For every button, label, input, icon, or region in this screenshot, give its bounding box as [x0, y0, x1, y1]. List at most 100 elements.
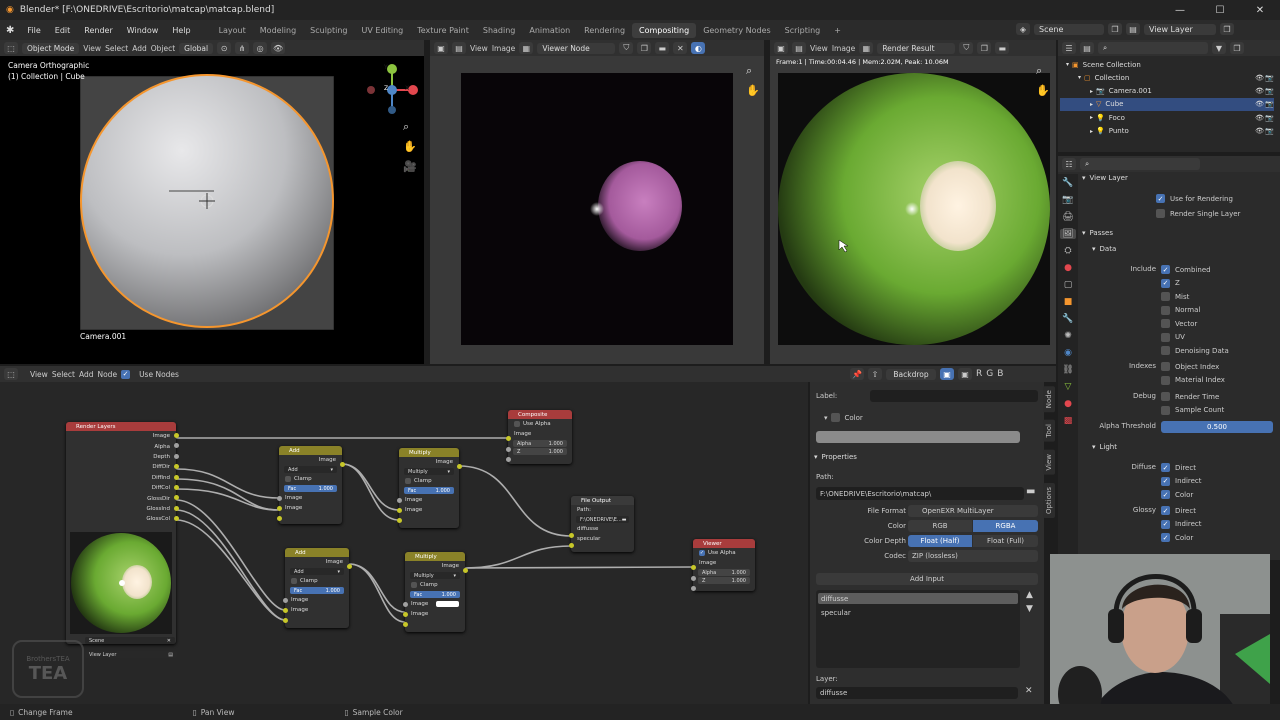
z-field[interactable]: Z 1.000 [513, 448, 567, 455]
open-image-icon[interactable]: ▬ [995, 42, 1010, 54]
fac-slider[interactable]: Fac 1.000 [290, 587, 344, 594]
image-editor-1[interactable]: ⌕ ✋ [430, 56, 764, 364]
new-collection-icon[interactable]: ❐ [1230, 42, 1244, 54]
checkbox-row[interactable]: ✓ Indirect [1161, 519, 1202, 529]
checkbox[interactable]: ✓ [1161, 265, 1170, 274]
close-window-button[interactable]: ✕ [1240, 0, 1280, 20]
expand-arrow-icon[interactable]: ▸ [1090, 114, 1093, 121]
clamp-row[interactable]: Clamp [399, 476, 459, 486]
texture-tab-icon[interactable]: ▩ [1064, 416, 1073, 426]
color-panel-header[interactable]: ▾ Color [824, 413, 863, 422]
tab-uv-editing[interactable]: UV Editing [355, 23, 411, 38]
pan-hand-icon[interactable]: ✋ [746, 84, 760, 97]
tool-tab-icon[interactable]: 🔧 [1062, 178, 1073, 188]
color-mode-rgba[interactable]: RGBA [973, 520, 1038, 532]
navigation-gizmo[interactable] [364, 62, 420, 118]
color-swatch[interactable] [436, 601, 459, 607]
render-camera-icon[interactable]: 📷 [1265, 114, 1274, 122]
render-tab-icon[interactable]: 📷 [1062, 195, 1073, 205]
proportional-edit-icon[interactable]: ◎ [253, 42, 268, 54]
checkbox-row[interactable]: ✓ Color [1161, 533, 1193, 542]
blend-mode-dropdown[interactable]: Multiply ▾ [404, 468, 454, 475]
checkbox[interactable] [1161, 346, 1170, 355]
expand-arrow-icon[interactable]: ▸ [1090, 88, 1093, 95]
alpha-field[interactable]: Alpha 1.000 [513, 440, 567, 447]
passes-panel-header[interactable]: ▾ Passes [1082, 229, 1113, 237]
backdrop-alpha-icon[interactable]: ▣ [958, 368, 972, 380]
outliner-item[interactable]: ▸ 📷 Camera.001 👁 📷 [1060, 85, 1274, 98]
use-for-rendering-row[interactable]: ✓ Use for Rendering [1156, 194, 1233, 203]
checkbox-row[interactable]: Vector [1161, 319, 1197, 328]
view-mode-icon[interactable]: ▤ [792, 42, 806, 54]
socket[interactable] [276, 496, 282, 501]
render-layers-node[interactable]: Render Layers Image Alpha Depth DiffDir Diff… [66, 422, 179, 644]
modifier-tab-icon[interactable]: 🔧 [1062, 314, 1073, 324]
checkbox[interactable] [1161, 405, 1170, 415]
menu-view[interactable]: View [83, 44, 101, 53]
socket[interactable] [346, 564, 352, 569]
socket[interactable] [462, 568, 468, 573]
object-mode-dropdown[interactable]: Object Mode [22, 42, 80, 54]
scene-tab-icon[interactable]: ⛭ [1064, 246, 1071, 256]
file-format-dropdown[interactable]: OpenEXR MultiLayer [908, 505, 1038, 517]
object-tab-icon[interactable]: ■ [1064, 297, 1073, 307]
checkbox[interactable]: ✓ [1161, 278, 1170, 288]
expand-arrow-icon[interactable]: ▾ [1078, 74, 1081, 81]
new-image-icon[interactable]: ❐ [977, 42, 992, 54]
backdrop-channel-icon[interactable]: ▣ [940, 368, 954, 380]
checkbox[interactable] [1156, 209, 1165, 218]
display-channels-icon[interactable]: ◐ [691, 42, 706, 54]
visibility-eye-icon[interactable]: 👁 [1255, 100, 1264, 108]
pin-icon[interactable]: 📌 [850, 368, 864, 380]
tab-shading[interactable]: Shading [476, 23, 523, 38]
scene-icon[interactable]: ◈ [1016, 23, 1030, 35]
socket[interactable] [568, 543, 574, 548]
tab-geometry-nodes[interactable]: Geometry Nodes [696, 23, 777, 38]
scene-selector[interactable]: Scene [1034, 23, 1104, 35]
layer-item-diffusse[interactable]: diffusse [818, 593, 1018, 604]
expand-arrow-icon[interactable]: ▾ [1066, 61, 1069, 68]
checkbox-row[interactable]: Normal [1161, 305, 1200, 315]
new-scene-icon[interactable]: ❐ [1108, 23, 1122, 35]
outliner-item[interactable]: ▾ ▢ Collection 👁 📷 [1060, 71, 1274, 84]
tab-animation[interactable]: Animation [522, 23, 577, 38]
view-layer-field[interactable]: View Layer ▤ [85, 651, 177, 658]
menu-select[interactable]: Select [52, 370, 75, 379]
editor-type-icon[interactable]: ⬚ [4, 368, 18, 380]
backdrop-toggle[interactable]: Backdrop [886, 368, 936, 380]
checkbox[interactable] [1161, 392, 1170, 401]
folder-icon[interactable]: ▬ [1026, 486, 1035, 497]
composite-node[interactable]: Composite Use Alpha Image Alpha 1.000 Z 1.… [505, 410, 572, 464]
checkbox[interactable] [1161, 332, 1170, 342]
checkbox-row[interactable]: ✓ Direct [1161, 463, 1196, 472]
channel-r-button[interactable]: R [976, 369, 982, 379]
socket[interactable] [568, 533, 574, 538]
menu-add[interactable]: Add [132, 44, 147, 53]
socket[interactable] [173, 464, 179, 470]
layer-name-input[interactable]: diffusse [816, 687, 1018, 699]
editor-type-icon[interactable]: ▣ [434, 42, 448, 54]
outliner-item[interactable]: ▸ 💡 Punto 👁 📷 [1060, 125, 1274, 138]
viewer-node[interactable]: Viewer ✓ Use Alpha Image Alpha 1.000 Z 1.00… [690, 539, 755, 591]
color-depth-half[interactable]: Float (Half) [908, 535, 972, 547]
move-down-arrow-icon[interactable]: ▼ [1026, 604, 1033, 614]
mix-multiply-node-1[interactable]: Multiply Image Multiply ▾ Clamp Fac 1.000 … [396, 448, 462, 528]
outliner-item[interactable]: ▸ ▽ Cube 👁 📷 [1060, 97, 1274, 111]
sidebar-tab-options[interactable]: Options [1043, 482, 1055, 518]
checkbox[interactable]: ✓ [1161, 476, 1170, 486]
clear-icon[interactable]: ✕ [1025, 686, 1033, 696]
editor-type-icon[interactable]: ☷ [1062, 158, 1076, 170]
menu-file[interactable]: File [20, 26, 47, 35]
tab-texture-paint[interactable]: Texture Paint [410, 23, 476, 38]
blender-menu-icon[interactable]: ✱ [0, 25, 20, 36]
transform-orientation-dropdown[interactable]: Global [179, 42, 214, 54]
blend-mode-dropdown[interactable]: Add ▾ [284, 466, 337, 473]
socket[interactable] [282, 608, 288, 613]
checkbox[interactable]: ✓ [1161, 533, 1170, 542]
menu-add[interactable]: Add [79, 370, 94, 379]
socket[interactable] [282, 598, 288, 603]
outliner-item[interactable]: ▾ ▣ Scene Collection [1060, 58, 1274, 71]
view-mode-icon[interactable]: ▤ [452, 42, 466, 54]
visibility-eye-icon[interactable]: 👁 [1255, 74, 1264, 82]
particles-tab-icon[interactable]: ✺ [1064, 331, 1072, 341]
